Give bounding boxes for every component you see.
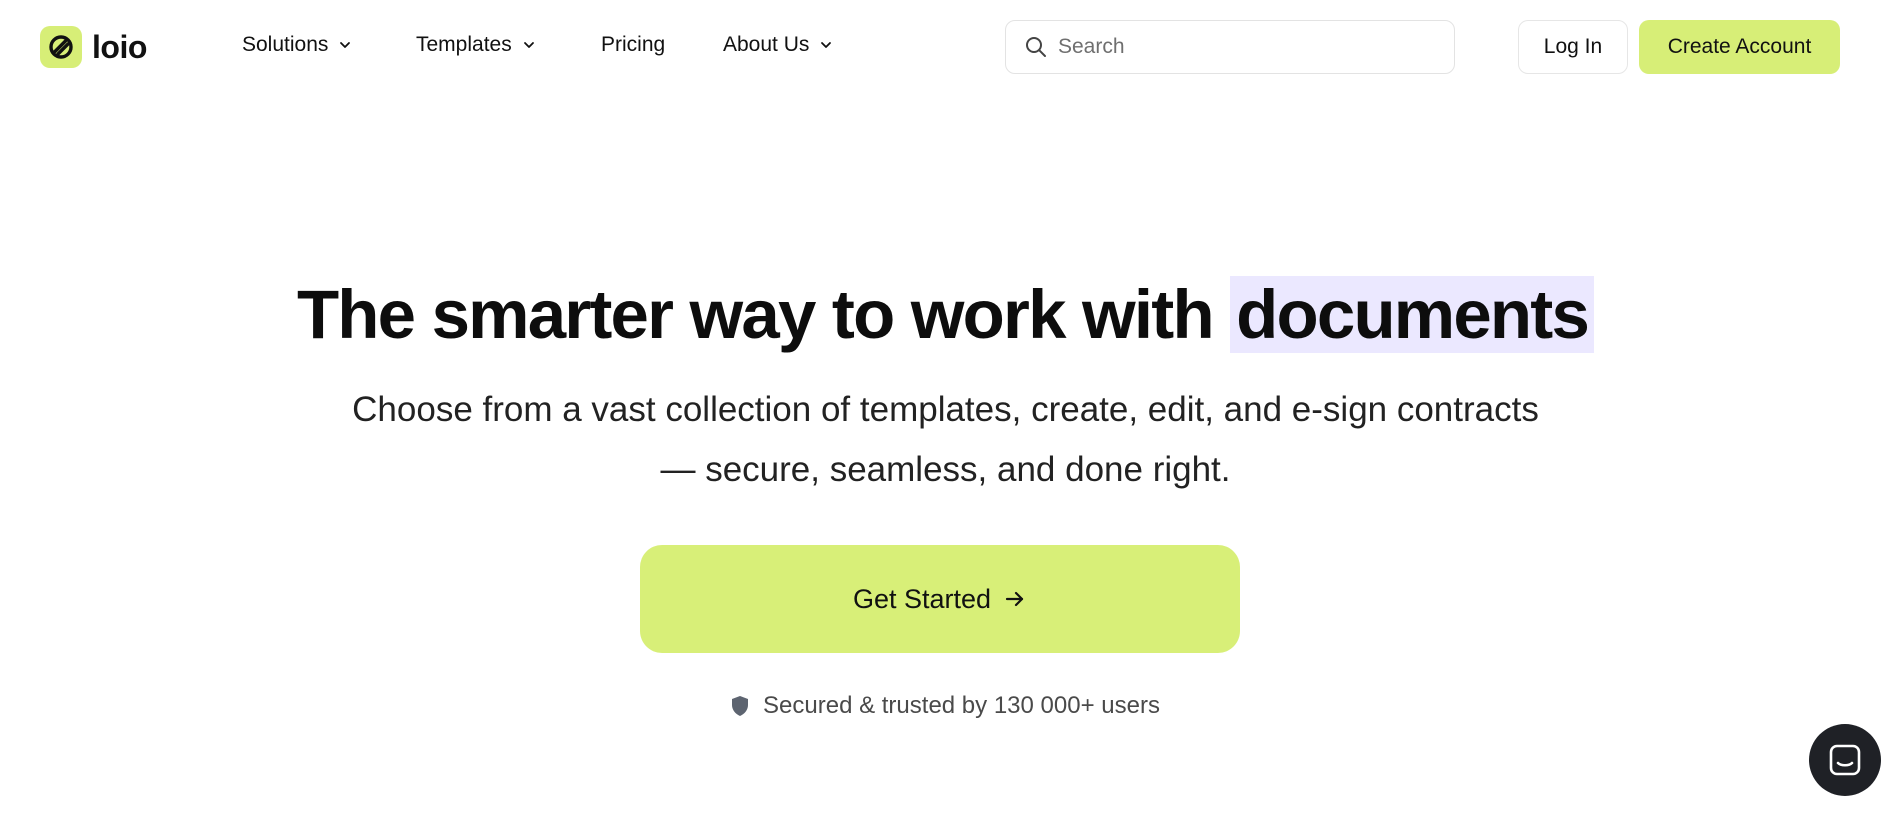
nav-item-label: Solutions — [242, 33, 329, 56]
subheadline-line-2: — secure, seamless, and done right. — [660, 450, 1231, 489]
nav-item-templates[interactable]: Templates — [416, 33, 601, 57]
headline-highlight: documents — [1230, 276, 1595, 353]
trust-badge: Secured & trusted by 130 000+ users — [0, 692, 1891, 720]
shield-icon — [731, 695, 749, 717]
loio-logo-icon — [40, 26, 82, 68]
chevron-down-icon — [522, 38, 536, 52]
nav-item-label: About Us — [723, 33, 810, 56]
trust-text: Secured & trusted by 130 000+ users — [763, 692, 1160, 719]
nav-item-solutions[interactable]: Solutions — [242, 33, 416, 57]
hero-section: The smarter way to work with documents C… — [0, 270, 1891, 500]
nav-item-label: Templates — [416, 33, 512, 56]
get-started-button[interactable]: Get Started — [640, 545, 1240, 653]
login-button[interactable]: Log In — [1518, 20, 1628, 74]
search-box[interactable] — [1005, 20, 1455, 74]
hero-subheadline: Choose from a vast collection of templat… — [296, 380, 1596, 500]
hero-headline: The smarter way to work with documents — [0, 270, 1891, 360]
search-icon — [1024, 35, 1048, 59]
create-account-button[interactable]: Create Account — [1639, 20, 1840, 74]
chat-icon — [1828, 743, 1862, 777]
chevron-down-icon — [819, 38, 833, 52]
nav-item-label: Pricing — [601, 33, 666, 56]
cta-label: Get Started — [852, 583, 992, 614]
nav-item-about-us[interactable]: About Us — [723, 33, 833, 57]
search-input[interactable] — [1056, 34, 1436, 60]
arrow-right-icon — [1003, 587, 1027, 611]
top-navigation: loio Solutions Templates Pricing About U… — [0, 0, 1891, 94]
headline-text: The smarter way to work with — [296, 276, 1215, 353]
subheadline-line-1: Choose from a vast collection of templat… — [352, 390, 1539, 429]
chat-launcher-button[interactable] — [1809, 724, 1881, 796]
brand-name: loio — [92, 28, 147, 65]
main-menu: Solutions Templates Pricing About Us — [242, 33, 833, 57]
chevron-down-icon — [338, 38, 352, 52]
logo-link[interactable]: loio — [40, 26, 147, 68]
nav-item-pricing[interactable]: Pricing — [601, 33, 723, 57]
